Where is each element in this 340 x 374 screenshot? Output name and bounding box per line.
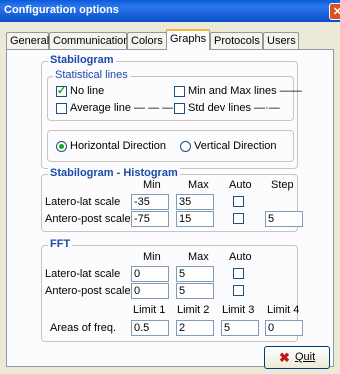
tab-general[interactable]: General <box>6 32 49 49</box>
fft-antero-label: Antero-post scale <box>45 285 131 297</box>
title-bar[interactable]: Configuration options ✕ <box>0 0 340 22</box>
fft-antero-auto-checkbox[interactable] <box>233 285 244 296</box>
fft-areas-label: Areas of freq. <box>50 322 117 334</box>
fft-title: FFT <box>48 238 73 250</box>
fft-latero-auto-checkbox[interactable] <box>233 268 244 279</box>
tab-communication[interactable]: Communication <box>49 32 129 49</box>
fft-antero-max-input[interactable] <box>176 283 214 299</box>
fft-antero-min-input[interactable] <box>131 283 169 299</box>
quit-label: Quit <box>295 351 316 363</box>
fft-max-header: Max <box>188 251 209 263</box>
histogram-antero-label: Antero-post scale <box>45 213 131 225</box>
statistical-lines-title: Statistical lines <box>53 69 130 81</box>
stabilogram-group: Stabilogram Statistical lines No line Mi… <box>41 54 302 169</box>
statistical-lines-group: Statistical lines No line Min and Max li… <box>47 69 302 121</box>
no-line-checkbox[interactable] <box>56 84 67 97</box>
average-line-label: Average line — — — <box>70 102 174 114</box>
x-icon: ✖ <box>279 350 290 365</box>
histogram-auto-header: Auto <box>229 179 252 191</box>
config-window: Configuration options ✕ General Communic… <box>0 0 340 374</box>
histogram-latero-max-input[interactable] <box>176 194 214 210</box>
std-dev-label: Std dev lines —·— <box>188 102 280 114</box>
histogram-latero-min-input[interactable] <box>131 194 169 210</box>
horizontal-direction-radio[interactable] <box>56 141 67 152</box>
histogram-step-header: Step <box>271 179 294 191</box>
histogram-max-header: Max <box>188 179 209 191</box>
horizontal-direction-label: Horizontal Direction <box>70 140 166 152</box>
fft-limit3-input[interactable] <box>221 320 259 336</box>
tab-protocols[interactable]: Protocols <box>210 32 263 49</box>
direction-group: Horizontal Direction Vertical Direction <box>47 130 294 162</box>
histogram-group: Stabilogram - Histogram Min Max Auto Ste… <box>41 167 303 232</box>
tab-graphs[interactable]: Graphs <box>166 29 210 50</box>
fft-limit1-header: Limit 1 <box>133 304 166 316</box>
quit-button[interactable]: ✖ Quit <box>264 346 330 369</box>
fft-limit1-input[interactable] <box>131 320 169 336</box>
min-max-label: Min and Max lines —— <box>188 85 302 97</box>
std-dev-checkbox[interactable] <box>174 103 185 114</box>
fft-auto-header: Auto <box>229 251 252 263</box>
graphs-panel: Stabilogram Statistical lines No line Mi… <box>6 49 334 367</box>
fft-min-header: Min <box>143 251 161 263</box>
fft-latero-max-input[interactable] <box>176 266 214 282</box>
histogram-antero-max-input[interactable] <box>176 211 214 227</box>
histogram-latero-label: Latero-lat scale <box>45 196 121 208</box>
histogram-antero-step-input[interactable] <box>265 211 303 227</box>
fft-limit3-header: Limit 3 <box>222 304 255 316</box>
histogram-title: Stabilogram - Histogram <box>48 167 180 179</box>
fft-latero-label: Latero-lat scale <box>45 268 121 280</box>
vertical-direction-radio[interactable] <box>180 141 191 152</box>
stabilogram-title: Stabilogram <box>48 54 116 66</box>
min-max-checkbox[interactable] <box>174 86 185 97</box>
fft-limit4-header: Limit 4 <box>267 304 300 316</box>
window-title: Configuration options <box>4 4 119 16</box>
fft-limit2-input[interactable] <box>176 320 214 336</box>
histogram-min-header: Min <box>143 179 161 191</box>
histogram-antero-min-input[interactable] <box>131 211 169 227</box>
histogram-antero-auto-checkbox[interactable] <box>233 213 244 224</box>
fft-latero-min-input[interactable] <box>131 266 169 282</box>
fft-limit4-input[interactable] <box>265 320 303 336</box>
tab-colors[interactable]: Colors <box>127 32 167 49</box>
tab-users[interactable]: Users <box>263 32 299 49</box>
close-icon[interactable]: ✕ <box>329 3 340 20</box>
average-line-checkbox[interactable] <box>56 103 67 114</box>
fft-group: FFT Min Max Auto Latero-lat scale Antero… <box>41 238 303 342</box>
vertical-direction-label: Vertical Direction <box>194 140 277 152</box>
fft-limit2-header: Limit 2 <box>177 304 210 316</box>
no-line-label: No line <box>70 85 105 97</box>
histogram-latero-auto-checkbox[interactable] <box>233 196 244 207</box>
